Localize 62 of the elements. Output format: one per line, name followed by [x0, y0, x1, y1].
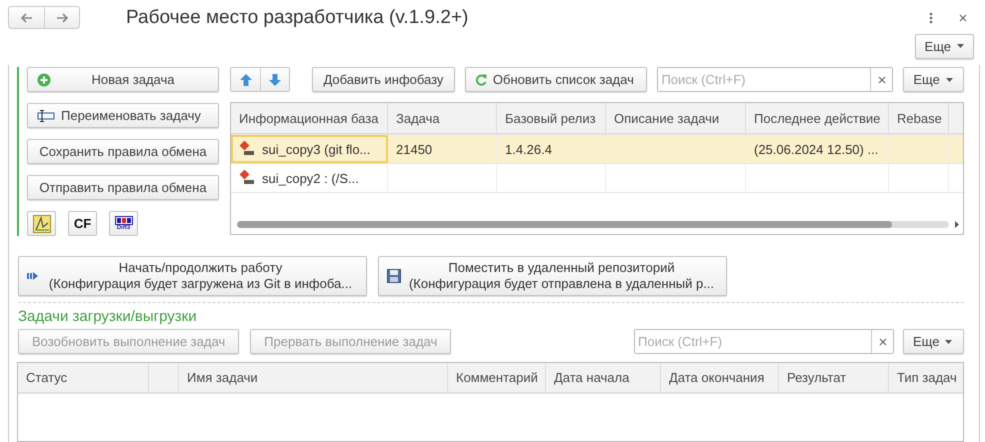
- column-header[interactable]: Комментарий: [448, 363, 546, 393]
- close-icon: [878, 338, 886, 346]
- search-box[interactable]: Поиск (Ctrl+F): [657, 67, 894, 92]
- caret-icon: [945, 340, 952, 344]
- column-header[interactable]: Статус: [18, 363, 149, 393]
- refresh-button[interactable]: Обновить список задач: [464, 67, 648, 92]
- plus-icon: [37, 72, 51, 86]
- cf-label: CF: [74, 216, 92, 231]
- column-header[interactable]: Задача: [388, 103, 497, 134]
- tool-button[interactable]: CF: [68, 211, 97, 236]
- table-cell: 21450: [388, 135, 497, 163]
- table-row[interactable]: sui_copy2 : (/S...: [231, 164, 963, 193]
- table-cell: (25.06.2024 12.50) ...: [746, 135, 889, 163]
- add-infobase-button[interactable]: Добавить инфобазу: [312, 67, 455, 92]
- window-title: Рабочее место разработчика (v.1.9.2+): [126, 6, 470, 29]
- column-header[interactable]: Rebase: [889, 103, 949, 134]
- table-cell: sui_copy2 : (/S...: [231, 164, 388, 192]
- rename-icon: [37, 110, 55, 122]
- floppy-icon: [387, 269, 401, 283]
- column-header[interactable]: Дата окончания: [661, 363, 779, 393]
- column-header[interactable]: Информационная база: [231, 103, 388, 134]
- more-button[interactable]: Еще: [903, 67, 964, 92]
- close-icon: [878, 76, 886, 84]
- table-row[interactable]: sui_copy3 (git flo... 21450 1.4.26.4 (25.06.2024 12.50) ...: [231, 135, 963, 164]
- column-header[interactable]: Тип задач: [889, 363, 963, 393]
- back-arrow-icon: [20, 12, 32, 23]
- navigation-buttons[interactable]: [8, 6, 80, 30]
- git-icon: [239, 141, 255, 157]
- up-arrow-icon: [240, 74, 252, 86]
- kebab-icon: [929, 12, 933, 24]
- caret-icon: [957, 44, 964, 48]
- play-icon: [27, 271, 39, 281]
- clear-button[interactable]: [871, 330, 893, 353]
- scroll-right-icon[interactable]: [955, 221, 959, 228]
- search-box[interactable]: Поиск (Ctrl+F): [634, 329, 894, 354]
- chart-icon: [32, 214, 50, 232]
- git-icon: [239, 170, 255, 186]
- refresh-icon: [474, 74, 487, 86]
- section-title: Задачи загрузки/выгрузки: [18, 308, 198, 325]
- column-header[interactable]: Результат: [779, 363, 889, 393]
- column-header[interactable]: Последнее действие: [746, 103, 889, 134]
- column-header[interactable]: Дата начала: [546, 363, 661, 393]
- action-button[interactable]: Начать/продолжить работу (Конфигурация будет загружена из Git в инфоба...: [18, 256, 367, 296]
- task-button[interactable]: Сохранить правила обмена: [27, 139, 219, 164]
- table-cell: 1.4.26.4: [497, 135, 606, 163]
- more-button[interactable]: Еще: [903, 329, 964, 354]
- scroll-bar[interactable]: [237, 221, 949, 228]
- tool-button[interactable]: [27, 211, 56, 236]
- task-button[interactable]: Отправить правила обмена: [27, 175, 219, 200]
- task-button[interactable]: Переименовать задачу: [27, 103, 219, 128]
- forward-arrow-icon: [56, 12, 68, 23]
- close-icon: [959, 14, 967, 22]
- task-button[interactable]: Новая задача: [27, 67, 219, 92]
- more-button[interactable]: Еще: [914, 34, 974, 58]
- action-button[interactable]: Поместить в удаленный репозиторий (Конфигурация будет отправлена в удаленный р...: [378, 256, 727, 296]
- down-arrow-icon: [269, 74, 281, 86]
- table-cell: sui_copy3 (git flo...: [231, 135, 388, 163]
- column-header[interactable]: Имя задачи: [179, 363, 448, 393]
- column-header[interactable]: Описание задачи: [606, 103, 746, 134]
- caret-icon: [946, 78, 953, 82]
- clear-button[interactable]: [870, 68, 892, 91]
- column-header[interactable]: Базовый релиз: [497, 103, 606, 134]
